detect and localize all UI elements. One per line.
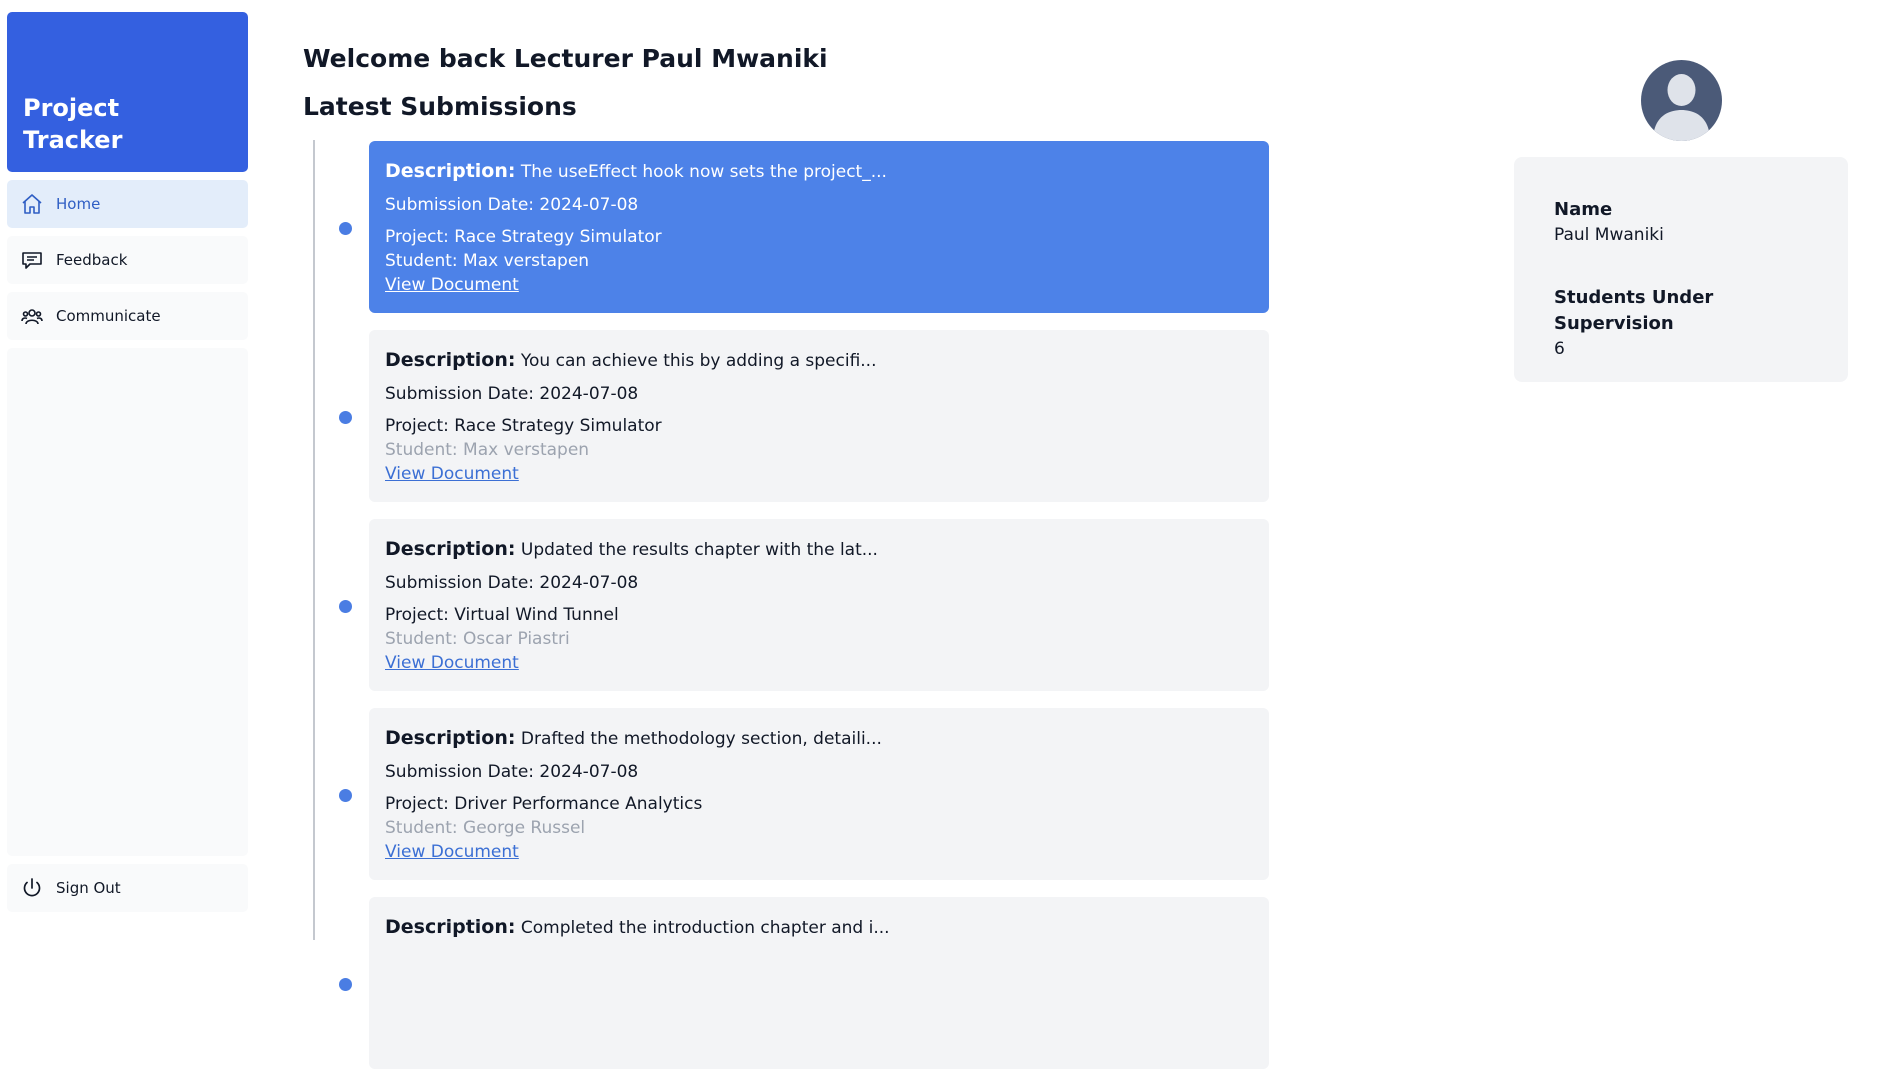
submission-date: Submission Date: 2024-07-08	[385, 195, 639, 215]
timeline-dot	[339, 600, 352, 613]
sidebar-item-communicate[interactable]: Communicate	[7, 292, 248, 340]
timeline-entry: Description: Drafted the methodology sec…	[303, 708, 1283, 897]
timeline-dot	[339, 222, 352, 235]
view-document-link[interactable]: View Document	[385, 273, 519, 297]
submission-description: Description: Drafted the methodology sec…	[385, 726, 1253, 756]
submission-card[interactable]: Description: The useEffect hook now sets…	[369, 141, 1269, 313]
submission-description: Description: Updated the results chapter…	[385, 537, 1253, 567]
submission-student: Student: Oscar Piastri	[385, 629, 570, 649]
profile-card: Name Paul Mwaniki Students Under Supervi…	[1514, 157, 1848, 382]
user-silhouette-icon	[1653, 74, 1710, 141]
submission-description: Description: Completed the introduction …	[385, 915, 1253, 945]
submission-project: Project: Virtual Wind Tunnel	[385, 605, 619, 625]
submission-card[interactable]: Description: Updated the results chapter…	[369, 519, 1269, 691]
description-label: Description:	[385, 160, 516, 182]
timeline-entry: Description: Updated the results chapter…	[303, 519, 1283, 708]
view-document-link[interactable]: View Document	[385, 840, 519, 864]
submission-date: Submission Date: 2024-07-08	[385, 384, 639, 404]
app-title: Project Tracker	[23, 94, 123, 154]
sidebar-item-label: Feedback	[56, 251, 128, 269]
welcome-heading: Welcome back Lecturer Paul Mwaniki	[303, 44, 828, 73]
submission-project: Project: Driver Performance Analytics	[385, 794, 703, 814]
name-value: Paul Mwaniki	[1554, 225, 1664, 245]
section-title: Latest Submissions	[303, 92, 577, 121]
supervision-label: Students Under Supervision	[1554, 287, 1714, 334]
submission-date: Submission Date: 2024-07-08	[385, 573, 639, 593]
submission-description: Description: You can achieve this by add…	[385, 348, 1253, 378]
submission-student: Student: Max verstapen	[385, 251, 590, 271]
sign-out-label: Sign Out	[56, 879, 121, 897]
timeline-entry: Description: Completed the introduction …	[303, 897, 1283, 1086]
submission-student: Student: Max verstapen	[385, 440, 590, 460]
sidebar-item-home[interactable]: Home	[7, 180, 248, 228]
timeline-entry: Description: You can achieve this by add…	[303, 330, 1283, 519]
supervision-count: 6	[1554, 339, 1565, 359]
timeline-dot	[339, 789, 352, 802]
users-icon	[19, 303, 45, 329]
timeline-dot	[339, 978, 352, 991]
submission-project: Project: Race Strategy Simulator	[385, 416, 662, 436]
sidebar: Project Tracker Home Feedback Communicat…	[7, 12, 248, 912]
timeline-dot	[339, 411, 352, 424]
description-text: Completed the introduction chapter and i…	[520, 918, 890, 938]
submission-project: Project: Race Strategy Simulator	[385, 227, 662, 247]
description-label: Description:	[385, 916, 516, 938]
name-label: Name	[1554, 199, 1613, 220]
submission-card[interactable]: Description: You can achieve this by add…	[369, 330, 1269, 502]
submission-card[interactable]: Description: Drafted the methodology sec…	[369, 708, 1269, 880]
description-label: Description:	[385, 727, 516, 749]
submissions-timeline: Description: The useEffect hook now sets…	[303, 141, 1283, 1086]
power-icon	[19, 875, 45, 901]
sign-out-button[interactable]: Sign Out	[7, 864, 248, 912]
view-document-link[interactable]: View Document	[385, 462, 519, 486]
description-text: Drafted the methodology section, detaili…	[520, 729, 882, 749]
view-document-link[interactable]: View Document	[385, 651, 519, 675]
main-content: Welcome back Lecturer Paul Mwaniki Lates…	[303, 0, 1283, 1069]
submission-date: Submission Date: 2024-07-08	[385, 762, 639, 782]
timeline-entry: Description: The useEffect hook now sets…	[303, 141, 1283, 330]
submission-description: Description: The useEffect hook now sets…	[385, 159, 1253, 189]
description-label: Description:	[385, 538, 516, 560]
app-brand: Project Tracker	[7, 12, 248, 172]
description-text: The useEffect hook now sets the project_…	[520, 162, 887, 182]
home-icon	[19, 191, 45, 217]
description-label: Description:	[385, 349, 516, 371]
description-text: You can achieve this by adding a specifi…	[520, 351, 877, 371]
sidebar-item-feedback[interactable]: Feedback	[7, 236, 248, 284]
sidebar-item-label: Communicate	[56, 307, 161, 325]
sidebar-spacer	[7, 348, 248, 856]
message-icon	[19, 247, 45, 273]
submission-card[interactable]: Description: Completed the introduction …	[369, 897, 1269, 1069]
avatar	[1641, 60, 1722, 141]
submission-student: Student: George Russel	[385, 818, 586, 838]
description-text: Updated the results chapter with the lat…	[520, 540, 878, 560]
sidebar-item-label: Home	[56, 195, 101, 213]
